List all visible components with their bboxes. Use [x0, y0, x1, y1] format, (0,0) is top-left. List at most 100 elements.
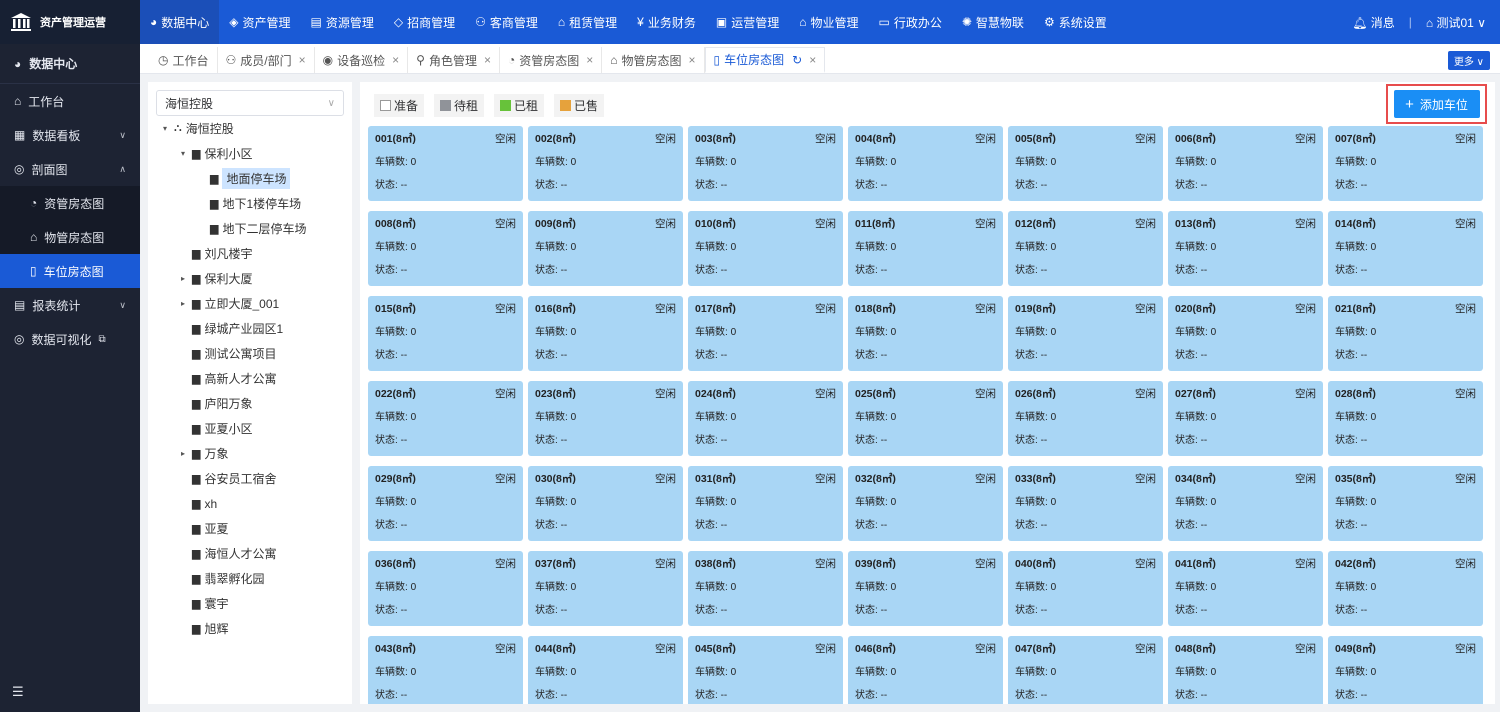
- sidebar-item-1[interactable]: ▦ 数据看板 ∨: [0, 118, 140, 152]
- parking-space-card[interactable]: 016(8㎡) 空闲 车辆数: 0 状态: --: [528, 296, 683, 371]
- tab-5[interactable]: ⌂ 物管房态图 ×: [602, 47, 705, 73]
- parking-space-card[interactable]: 046(8㎡) 空闲 车辆数: 0 状态: --: [848, 636, 1003, 704]
- topnav-item-8[interactable]: ⌂ 物业管理: [789, 0, 868, 44]
- parking-space-card[interactable]: 013(8㎡) 空闲 车辆数: 0 状态: --: [1168, 211, 1323, 286]
- parking-space-card[interactable]: 006(8㎡) 空闲 车辆数: 0 状态: --: [1168, 126, 1323, 201]
- parking-space-card[interactable]: 035(8㎡) 空闲 车辆数: 0 状态: --: [1328, 466, 1483, 541]
- expand-arrow-icon[interactable]: ▾: [176, 149, 190, 158]
- tree-node[interactable]: ▆ 庐阳万象: [148, 391, 352, 416]
- parking-space-card[interactable]: 007(8㎡) 空闲 车辆数: 0 状态: --: [1328, 126, 1483, 201]
- parking-space-card[interactable]: 020(8㎡) 空闲 车辆数: 0 状态: --: [1168, 296, 1323, 371]
- parking-space-card[interactable]: 011(8㎡) 空闲 车辆数: 0 状态: --: [848, 211, 1003, 286]
- parking-space-card[interactable]: 030(8㎡) 空闲 车辆数: 0 状态: --: [528, 466, 683, 541]
- expand-arrow-icon[interactable]: ▾: [158, 124, 172, 133]
- refresh-icon[interactable]: ↻: [792, 53, 802, 67]
- tab-1[interactable]: ⚇ 成员/部门 ×: [218, 47, 315, 73]
- collapse-menu-icon[interactable]: ☰: [12, 684, 24, 700]
- topnav-item-1[interactable]: ◈ 资产管理: [219, 0, 300, 44]
- parking-space-card[interactable]: 005(8㎡) 空闲 车辆数: 0 状态: --: [1008, 126, 1163, 201]
- tree-node[interactable]: ▆ 海恒人才公寓: [148, 541, 352, 566]
- parking-space-card[interactable]: 022(8㎡) 空闲 车辆数: 0 状态: --: [368, 381, 523, 456]
- parking-space-card[interactable]: 010(8㎡) 空闲 车辆数: 0 状态: --: [688, 211, 843, 286]
- topnav-item-9[interactable]: ▭ 行政办公: [869, 0, 952, 44]
- add-parking-space-button[interactable]: + 添加车位: [1393, 90, 1480, 118]
- parking-space-card[interactable]: 012(8㎡) 空闲 车辆数: 0 状态: --: [1008, 211, 1163, 286]
- parking-space-card[interactable]: 048(8㎡) 空闲 车辆数: 0 状态: --: [1168, 636, 1323, 704]
- tab-2[interactable]: ◉ 设备巡检 ×: [315, 47, 409, 73]
- user-menu[interactable]: ⌂ 测试01 ∨: [1426, 14, 1486, 31]
- close-icon[interactable]: ×: [689, 53, 696, 67]
- project-select[interactable]: 海恒控股 ∨: [156, 90, 344, 116]
- parking-space-card[interactable]: 037(8㎡) 空闲 车辆数: 0 状态: --: [528, 551, 683, 626]
- more-tabs-button[interactable]: 更多 ∨: [1447, 51, 1490, 70]
- parking-space-card[interactable]: 036(8㎡) 空闲 车辆数: 0 状态: --: [368, 551, 523, 626]
- parking-space-card[interactable]: 047(8㎡) 空闲 车辆数: 0 状态: --: [1008, 636, 1163, 704]
- tree-node[interactable]: ▆ 测试公寓项目: [148, 341, 352, 366]
- tab-0[interactable]: ◷ 工作台: [150, 47, 218, 73]
- sidebar-item-2[interactable]: ◎ 剖面图 ∧: [0, 152, 140, 186]
- tab-3[interactable]: ⚲ 角色管理 ×: [408, 47, 500, 73]
- tab-6[interactable]: ▯ 车位房态图 ↻ ×: [704, 47, 826, 73]
- tree-node[interactable]: ▸ ▆ 立即大厦_001: [148, 291, 352, 316]
- sidebar-header[interactable]: ◕ 数据中心: [0, 44, 140, 84]
- close-icon[interactable]: ×: [484, 53, 491, 67]
- expand-arrow-icon[interactable]: ▸: [176, 299, 190, 308]
- parking-space-card[interactable]: 001(8㎡) 空闲 车辆数: 0 状态: --: [368, 126, 523, 201]
- sidebar-item2-1[interactable]: ◎ 数据可视化 ⧉: [0, 322, 140, 356]
- topnav-item-0[interactable]: ◕ 数据中心: [140, 0, 220, 44]
- topnav-item-3[interactable]: ◇ 招商管理: [384, 0, 465, 44]
- parking-space-card[interactable]: 024(8㎡) 空闲 车辆数: 0 状态: --: [688, 381, 843, 456]
- parking-space-card[interactable]: 021(8㎡) 空闲 车辆数: 0 状态: --: [1328, 296, 1483, 371]
- tab-4[interactable]: ◔ 资管房态图 ×: [500, 47, 603, 73]
- parking-space-card[interactable]: 031(8㎡) 空闲 车辆数: 0 状态: --: [688, 466, 843, 541]
- parking-space-card[interactable]: 034(8㎡) 空闲 车辆数: 0 状态: --: [1168, 466, 1323, 541]
- close-icon[interactable]: ×: [299, 53, 306, 67]
- topnav-item-11[interactable]: ⚙ 系统设置: [1034, 0, 1117, 44]
- parking-space-card[interactable]: 014(8㎡) 空闲 车辆数: 0 状态: --: [1328, 211, 1483, 286]
- parking-space-card[interactable]: 039(8㎡) 空闲 车辆数: 0 状态: --: [848, 551, 1003, 626]
- tree-node[interactable]: ▾ ▆ 保利小区: [148, 141, 352, 166]
- parking-space-card[interactable]: 008(8㎡) 空闲 车辆数: 0 状态: --: [368, 211, 523, 286]
- tree-node[interactable]: ▆ 高新人才公寓: [148, 366, 352, 391]
- parking-space-card[interactable]: 049(8㎡) 空闲 车辆数: 0 状态: --: [1328, 636, 1483, 704]
- topnav-item-7[interactable]: ▣ 运营管理: [706, 0, 789, 44]
- topnav-item-2[interactable]: ▤ 资源管理: [301, 0, 384, 44]
- tree-node[interactable]: ▆ xh: [148, 491, 352, 516]
- parking-space-card[interactable]: 040(8㎡) 空闲 车辆数: 0 状态: --: [1008, 551, 1163, 626]
- tree-node[interactable]: ▆ 地下1楼停车场: [148, 191, 352, 216]
- parking-space-card[interactable]: 025(8㎡) 空闲 车辆数: 0 状态: --: [848, 381, 1003, 456]
- topnav-item-6[interactable]: ¥ 业务财务: [627, 0, 706, 44]
- tree-node[interactable]: ▆ 刘凡楼宇: [148, 241, 352, 266]
- close-icon[interactable]: ×: [809, 53, 816, 67]
- parking-space-card[interactable]: 009(8㎡) 空闲 车辆数: 0 状态: --: [528, 211, 683, 286]
- close-icon[interactable]: ×: [586, 53, 593, 67]
- parking-space-card[interactable]: 002(8㎡) 空闲 车辆数: 0 状态: --: [528, 126, 683, 201]
- tree-node[interactable]: ▆ 翡翠孵化园: [148, 566, 352, 591]
- expand-arrow-icon[interactable]: ▸: [176, 274, 190, 283]
- tree-node[interactable]: ▆ 绿城产业园区1: [148, 316, 352, 341]
- topnav-item-5[interactable]: ⌂ 租赁管理: [548, 0, 627, 44]
- parking-space-card[interactable]: 026(8㎡) 空闲 车辆数: 0 状态: --: [1008, 381, 1163, 456]
- app-logo[interactable]: 资产管理运营: [0, 0, 140, 44]
- parking-space-card[interactable]: 029(8㎡) 空闲 车辆数: 0 状态: --: [368, 466, 523, 541]
- parking-space-card[interactable]: 041(8㎡) 空闲 车辆数: 0 状态: --: [1168, 551, 1323, 626]
- tree-node[interactable]: ▆ 地下二层停车场: [148, 216, 352, 241]
- tree-node[interactable]: ▆ 旭辉: [148, 616, 352, 641]
- tree-node[interactable]: ▆ 寰宇: [148, 591, 352, 616]
- parking-space-card[interactable]: 017(8㎡) 空闲 车辆数: 0 状态: --: [688, 296, 843, 371]
- parking-space-card[interactable]: 044(8㎡) 空闲 车辆数: 0 状态: --: [528, 636, 683, 704]
- parking-space-card[interactable]: 019(8㎡) 空闲 车辆数: 0 状态: --: [1008, 296, 1163, 371]
- parking-space-card[interactable]: 032(8㎡) 空闲 车辆数: 0 状态: --: [848, 466, 1003, 541]
- parking-space-card[interactable]: 045(8㎡) 空闲 车辆数: 0 状态: --: [688, 636, 843, 704]
- expand-arrow-icon[interactable]: ▸: [176, 449, 190, 458]
- parking-space-card[interactable]: 003(8㎡) 空闲 车辆数: 0 状态: --: [688, 126, 843, 201]
- sidebar-item2-0[interactable]: ▤ 报表统计 ∨: [0, 288, 140, 322]
- parking-space-card[interactable]: 015(8㎡) 空闲 车辆数: 0 状态: --: [368, 296, 523, 371]
- tree-node[interactable]: ▆ 亚夏: [148, 516, 352, 541]
- tree-node[interactable]: ▾ ⛬ 海恒控股: [148, 116, 352, 141]
- parking-space-card[interactable]: 028(8㎡) 空闲 车辆数: 0 状态: --: [1328, 381, 1483, 456]
- topnav-item-10[interactable]: ✺ 智慧物联: [952, 0, 1034, 44]
- sidebar-item-0[interactable]: ⌂ 工作台: [0, 84, 140, 118]
- message-link[interactable]: 🔔︎ 消息: [1352, 14, 1395, 31]
- sidebar-subitem-2[interactable]: ▯ 车位房态图: [0, 254, 140, 288]
